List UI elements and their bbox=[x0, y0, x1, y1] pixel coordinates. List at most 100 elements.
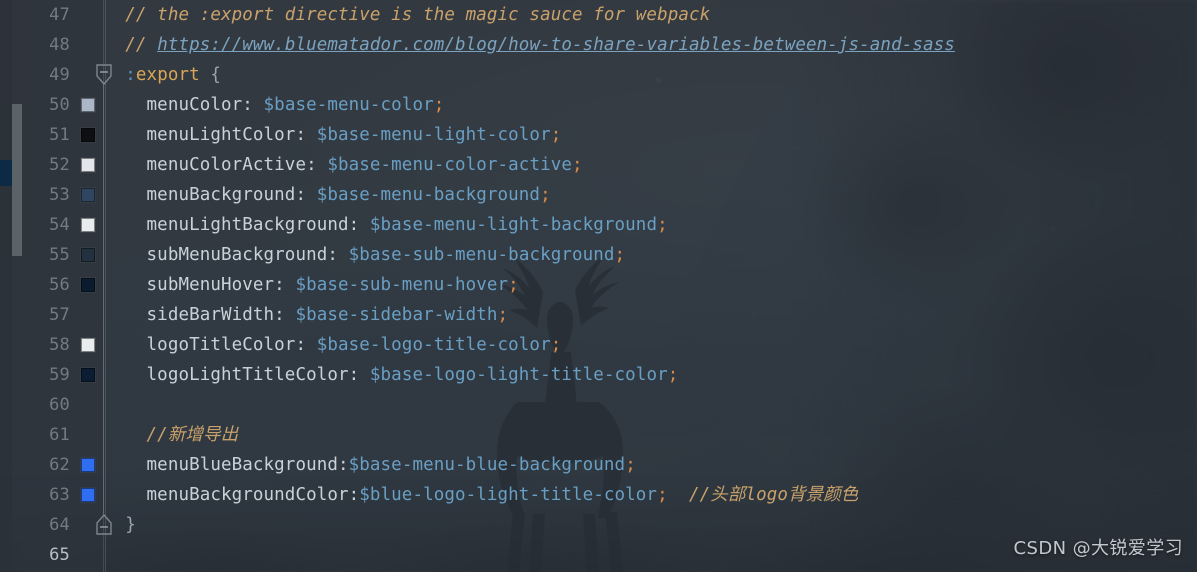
token-punct: ; bbox=[550, 125, 562, 145]
token-prop: menuBackground: bbox=[104, 185, 317, 205]
line-number: 52 bbox=[49, 155, 70, 175]
color-swatch-icon[interactable] bbox=[81, 368, 95, 382]
gutter-row[interactable]: 63 bbox=[22, 480, 103, 510]
gutter-row[interactable]: 64 bbox=[22, 510, 103, 540]
gutter-row[interactable]: 56 bbox=[22, 270, 103, 300]
color-swatch-icon[interactable] bbox=[81, 128, 95, 142]
token-var: $base-sub-menu-hover bbox=[295, 275, 509, 295]
line-number: 55 bbox=[49, 245, 70, 265]
token-comment: // bbox=[104, 35, 158, 55]
gutter-row[interactable]: 65 bbox=[22, 540, 103, 570]
code-content-area[interactable]: // the :export directive is the magic sa… bbox=[104, 0, 1197, 572]
token-punct: ; bbox=[625, 455, 636, 475]
token-punct: ; bbox=[433, 95, 445, 115]
code-line[interactable]: // https://www.bluematador.com/blog/how-… bbox=[104, 30, 955, 60]
line-number: 50 bbox=[49, 95, 70, 115]
gutter-row[interactable]: 55 bbox=[22, 240, 103, 270]
code-line[interactable]: menuColorActive: $base-menu-color-active… bbox=[104, 150, 583, 180]
token-link: https://www.bluematador.com/blog/how-to-… bbox=[157, 35, 955, 55]
line-number: 62 bbox=[49, 455, 70, 475]
token-var: $base-menu-color bbox=[263, 95, 434, 115]
gutter-row[interactable]: 47 bbox=[22, 0, 103, 30]
code-line[interactable]: //新增导出 bbox=[104, 420, 239, 450]
token-prop: menuLightBackground: bbox=[104, 215, 370, 235]
code-line[interactable]: menuBlueBackground:$base-menu-blue-backg… bbox=[104, 450, 636, 480]
code-line[interactable]: menuLightBackground: $base-menu-light-ba… bbox=[104, 210, 668, 240]
code-line[interactable]: // the :export directive is the magic sa… bbox=[104, 0, 710, 30]
token-punct: ; bbox=[540, 185, 551, 205]
error-stripe-marker[interactable] bbox=[0, 160, 12, 186]
token-comment: //新增导出 bbox=[104, 425, 239, 445]
token-prop: sideBarWidth: bbox=[104, 305, 296, 325]
token-var: $base-sidebar-width bbox=[295, 305, 498, 325]
code-line[interactable]: menuColor: $base-menu-color; bbox=[104, 90, 445, 120]
error-stripe-bar[interactable] bbox=[0, 0, 12, 572]
line-number: 54 bbox=[49, 215, 70, 235]
gutter-row[interactable]: 51 bbox=[22, 120, 103, 150]
line-number: 64 bbox=[49, 515, 70, 535]
color-swatch-icon[interactable] bbox=[81, 488, 95, 502]
token-var: $base-menu-blue-background bbox=[348, 455, 626, 475]
line-number: 49 bbox=[49, 65, 70, 85]
vertical-scrollbar-track[interactable] bbox=[12, 0, 22, 572]
line-number: 53 bbox=[49, 185, 70, 205]
gutter-row[interactable]: 54 bbox=[22, 210, 103, 240]
token-var: $base-menu-color-active bbox=[327, 155, 572, 175]
color-swatch-icon[interactable] bbox=[81, 218, 95, 232]
line-number: 48 bbox=[49, 35, 70, 55]
token-punct: ; bbox=[497, 305, 509, 325]
code-line[interactable]: logoTitleColor: $base-logo-title-color; bbox=[104, 330, 562, 360]
line-number: 61 bbox=[49, 425, 70, 445]
code-line[interactable]: subMenuHover: $base-sub-menu-hover; bbox=[104, 270, 519, 300]
token-prop bbox=[200, 65, 211, 85]
code-line[interactable]: menuLightColor: $base-menu-light-color; bbox=[104, 120, 562, 150]
token-var: $base-menu-light-color bbox=[316, 125, 551, 145]
gutter-row[interactable]: 48 bbox=[22, 30, 103, 60]
code-line[interactable]: subMenuBackground: $base-sub-menu-backgr… bbox=[104, 240, 626, 270]
code-line[interactable]: menuBackgroundColor:$blue-logo-light-tit… bbox=[104, 480, 859, 510]
color-swatch-icon[interactable] bbox=[81, 278, 95, 292]
gutter-row[interactable]: 49 bbox=[22, 60, 103, 90]
color-swatch-icon[interactable] bbox=[81, 158, 95, 172]
token-var: $blue-logo-light-title-color bbox=[359, 485, 658, 505]
code-line[interactable]: menuBackground: $base-menu-background; bbox=[104, 180, 551, 210]
fold-expand-icon[interactable] bbox=[93, 512, 115, 538]
token-prop: subMenuBackground: bbox=[104, 245, 349, 265]
vertical-scrollbar-thumb[interactable] bbox=[12, 104, 22, 256]
token-prop: logoTitleColor: bbox=[104, 335, 317, 355]
editor-gutter[interactable]: 47 48 49 50 51 52 53 54 55 56 57 58 59 60 61 62 63 64 65 bbox=[22, 0, 103, 572]
color-swatch-icon[interactable] bbox=[81, 338, 95, 352]
token-punct: ; bbox=[667, 365, 679, 385]
color-swatch-icon[interactable] bbox=[81, 188, 95, 202]
token-prop: menuBackgroundColor: bbox=[104, 485, 360, 505]
color-swatch-icon[interactable] bbox=[81, 458, 95, 472]
gutter-row[interactable]: 50 bbox=[22, 90, 103, 120]
line-number: 59 bbox=[49, 365, 70, 385]
gutter-row[interactable]: 60 bbox=[22, 390, 103, 420]
color-swatch-icon[interactable] bbox=[81, 98, 95, 112]
token-punct: ; bbox=[550, 335, 562, 355]
color-swatch-icon[interactable] bbox=[81, 248, 95, 262]
code-line[interactable]: :export { bbox=[104, 60, 221, 90]
token-var: $base-menu-background bbox=[316, 185, 541, 205]
token-prop: menuLightColor: bbox=[104, 125, 317, 145]
gutter-row[interactable]: 58 bbox=[22, 330, 103, 360]
line-number: 47 bbox=[49, 5, 70, 25]
token-kw: export bbox=[135, 65, 200, 85]
gutter-row[interactable]: 61 bbox=[22, 420, 103, 450]
token-prop: subMenuHover: bbox=[104, 275, 296, 295]
gutter-row[interactable]: 52 bbox=[22, 150, 103, 180]
code-line[interactable]: sideBarWidth: $base-sidebar-width; bbox=[104, 300, 509, 330]
gutter-row[interactable]: 57 bbox=[22, 300, 103, 330]
code-editor[interactable]: 47 48 49 50 51 52 53 54 55 56 57 58 59 60 61 62 63 64 65 /… bbox=[0, 0, 1197, 572]
gutter-row[interactable]: 59 bbox=[22, 360, 103, 390]
code-line[interactable]: logoLightTitleColor: $base-logo-light-ti… bbox=[104, 360, 679, 390]
fold-collapse-icon[interactable] bbox=[93, 62, 115, 88]
line-number: 51 bbox=[49, 125, 70, 145]
gutter-row[interactable]: 53 bbox=[22, 180, 103, 210]
token-prop: menuColorActive: bbox=[104, 155, 328, 175]
token-punct: ; bbox=[572, 155, 583, 175]
gutter-row[interactable]: 62 bbox=[22, 450, 103, 480]
csdn-watermark: CSDN @大锐爱学习 bbox=[1013, 538, 1183, 559]
line-number: 57 bbox=[49, 305, 70, 325]
